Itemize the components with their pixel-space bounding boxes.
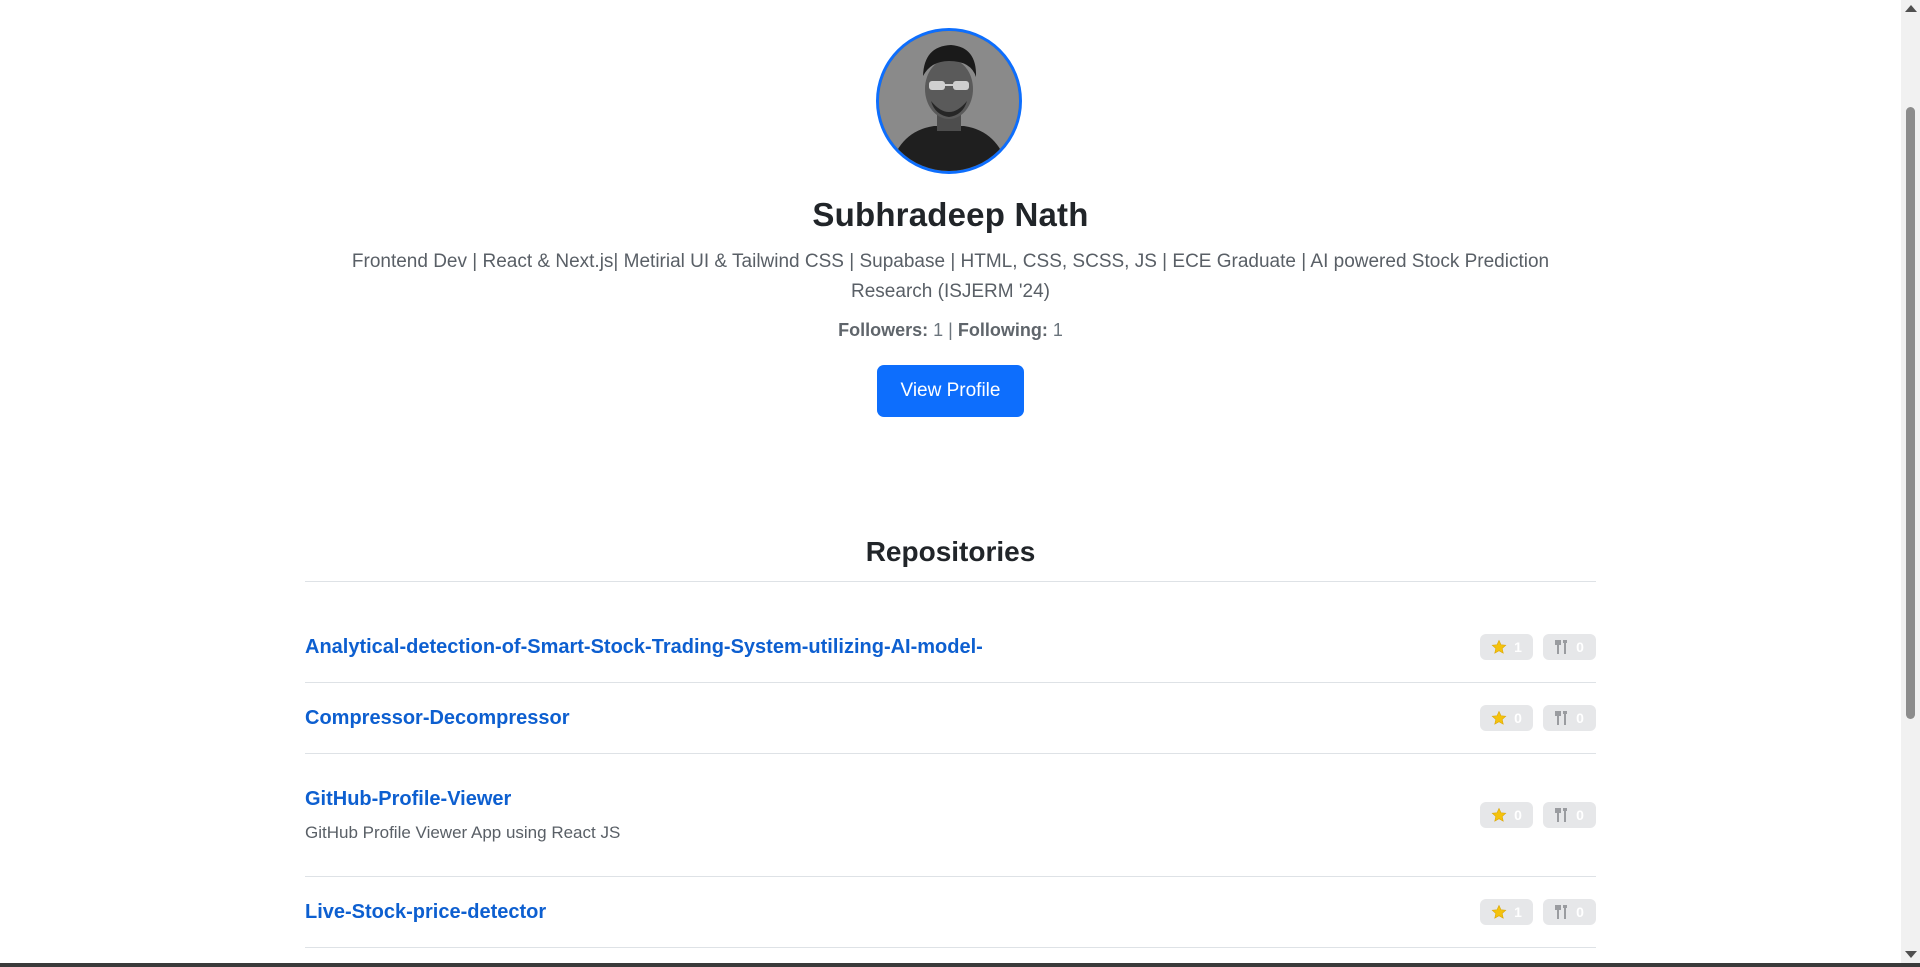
avatar bbox=[876, 28, 1022, 174]
repository-list: Analytical-detection-of-Smart-Stock-Trad… bbox=[305, 612, 1596, 948]
repo-badges: 1 0 bbox=[1480, 899, 1596, 925]
follow-separator: | bbox=[948, 320, 953, 340]
vertical-scrollbar[interactable] bbox=[1901, 0, 1920, 963]
divider bbox=[305, 581, 1596, 582]
repo-link[interactable]: GitHub-Profile-Viewer bbox=[305, 788, 511, 810]
list-item: Compressor-Decompressor 0 0 bbox=[305, 683, 1596, 754]
repositories-heading: Repositories bbox=[865, 536, 1036, 567]
star-icon bbox=[1491, 710, 1507, 725]
stars-count: 0 bbox=[1514, 710, 1522, 726]
forks-count: 0 bbox=[1576, 710, 1584, 726]
scroll-up-arrow-icon[interactable] bbox=[1905, 5, 1917, 12]
followers-count: 1 bbox=[933, 320, 944, 340]
repo-link[interactable]: Live-Stock-price-detector bbox=[305, 901, 546, 923]
profile-name: Subhradeep Nath bbox=[812, 196, 1089, 233]
forks-count: 0 bbox=[1576, 904, 1584, 920]
list-item: Analytical-detection-of-Smart-Stock-Trad… bbox=[305, 612, 1596, 683]
list-item: GitHub-Profile-Viewer GitHub Profile Vie… bbox=[305, 754, 1596, 877]
forks-count: 0 bbox=[1576, 807, 1584, 823]
scroll-down-arrow-icon[interactable] bbox=[1905, 951, 1917, 958]
list-item: Live-Stock-price-detector 1 0 bbox=[305, 877, 1596, 948]
following-count: 1 bbox=[1052, 320, 1063, 340]
repo-badges: 0 0 bbox=[1480, 802, 1596, 828]
fork-icon bbox=[1555, 640, 1568, 654]
repo-badges: 1 0 bbox=[1480, 634, 1596, 660]
avatar-photo bbox=[879, 31, 1019, 171]
fork-icon bbox=[1555, 808, 1568, 822]
forks-badge: 0 bbox=[1543, 634, 1596, 660]
stars-count: 0 bbox=[1514, 807, 1522, 823]
stars-badge: 0 bbox=[1480, 802, 1533, 828]
stars-badge: 1 bbox=[1480, 634, 1533, 660]
repo-link[interactable]: Analytical-detection-of-Smart-Stock-Trad… bbox=[305, 636, 983, 658]
star-icon bbox=[1491, 639, 1507, 654]
forks-badge: 0 bbox=[1543, 705, 1596, 731]
fork-icon bbox=[1555, 905, 1568, 919]
followers-label: Followers: bbox=[838, 320, 929, 340]
star-icon bbox=[1491, 807, 1507, 822]
repo-description: GitHub Profile Viewer App using React JS bbox=[305, 822, 621, 842]
repo-info: GitHub-Profile-Viewer GitHub Profile Vie… bbox=[305, 788, 620, 843]
forks-badge: 0 bbox=[1543, 802, 1596, 828]
repo-badges: 0 0 bbox=[1480, 705, 1596, 731]
stars-badge: 1 bbox=[1480, 899, 1533, 925]
following-label: Following: bbox=[957, 320, 1048, 340]
repo-link[interactable]: Compressor-Decompressor bbox=[305, 707, 570, 729]
stars-count: 1 bbox=[1514, 639, 1522, 655]
stars-badge: 0 bbox=[1480, 705, 1533, 731]
repo-info: Live-Stock-price-detector bbox=[305, 901, 546, 924]
scrollbar-thumb[interactable] bbox=[1906, 107, 1915, 719]
fork-icon bbox=[1555, 711, 1568, 725]
repo-info: Analytical-detection-of-Smart-Stock-Trad… bbox=[305, 636, 983, 659]
star-icon bbox=[1491, 904, 1507, 919]
forks-badge: 0 bbox=[1543, 899, 1596, 925]
forks-count: 0 bbox=[1576, 639, 1584, 655]
profile-bio: Frontend Dev | React & Next.js| Metirial… bbox=[351, 251, 1550, 302]
page: Subhradeep Nath Frontend Dev | React & N… bbox=[0, 0, 1901, 963]
stars-count: 1 bbox=[1514, 904, 1522, 920]
follow-stats: Followers: 1 | Following: 1 bbox=[0, 320, 1901, 341]
window-bottom-border bbox=[0, 963, 1920, 967]
repo-info: Compressor-Decompressor bbox=[305, 707, 570, 730]
view-profile-button[interactable]: View Profile bbox=[877, 365, 1024, 417]
